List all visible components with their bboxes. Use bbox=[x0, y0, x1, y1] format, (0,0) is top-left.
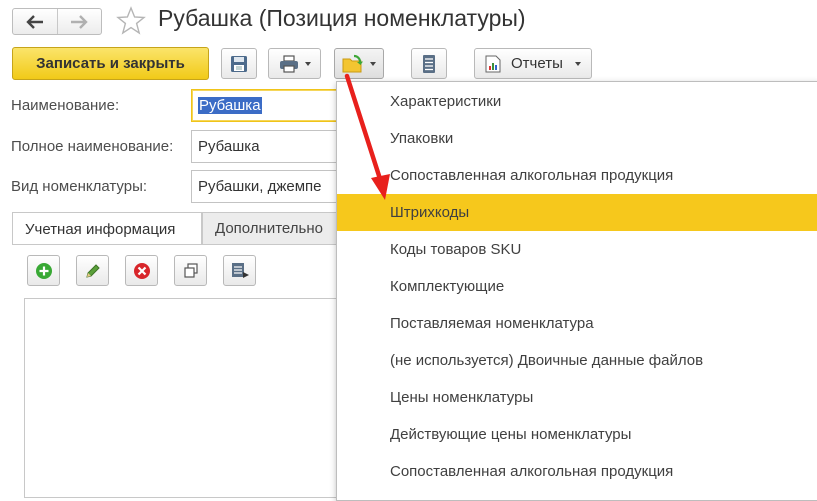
menu-item-barcodes[interactable]: Штрихкоды bbox=[337, 194, 817, 231]
full-name-label: Полное наименование: bbox=[11, 138, 174, 155]
copy-button[interactable] bbox=[174, 255, 207, 286]
reports-button[interactable]: Отчеты bbox=[474, 48, 592, 79]
menu-item-item-prices[interactable]: Цены номенклатуры bbox=[337, 379, 817, 416]
delete-button[interactable] bbox=[125, 255, 158, 286]
tab-accounting-info[interactable]: Учетная информация bbox=[12, 212, 202, 245]
menu-item-alcohol-products[interactable]: Сопоставленная алкогольная продукция bbox=[337, 157, 817, 194]
arrow-left-icon bbox=[26, 14, 43, 29]
red-arrow-annotation bbox=[344, 73, 390, 200]
floppy-disk-icon bbox=[231, 55, 247, 72]
edit-button[interactable] bbox=[76, 255, 109, 286]
star-icon bbox=[116, 6, 146, 35]
menu-item-supplied-items[interactable]: Поставляемая номенклатура bbox=[337, 305, 817, 342]
list-view-button[interactable] bbox=[411, 48, 447, 79]
forward-button[interactable] bbox=[56, 9, 102, 34]
menu-item-packages[interactable]: Упаковки bbox=[337, 120, 817, 157]
report-chart-icon bbox=[485, 55, 501, 72]
arrow-right-icon bbox=[71, 14, 88, 29]
printer-icon bbox=[279, 54, 298, 73]
kind-field[interactable]: Рубашки, джемпе bbox=[191, 170, 351, 203]
name-label: Наименование: bbox=[11, 97, 120, 114]
chevron-down-icon bbox=[304, 61, 311, 66]
add-button[interactable] bbox=[27, 255, 60, 286]
save-button[interactable] bbox=[221, 48, 257, 79]
page-title: Рубашка (Позиция номенклатуры) bbox=[158, 5, 526, 31]
kind-label: Вид номенклатуры: bbox=[11, 178, 148, 195]
kind-field-value: Рубашки, джемпе bbox=[198, 178, 322, 195]
list-fill-icon bbox=[231, 262, 249, 278]
chevron-down-icon bbox=[370, 61, 376, 66]
fill-list-button[interactable] bbox=[223, 255, 256, 286]
name-field-value: Рубашка bbox=[198, 97, 262, 114]
menu-item-current-prices[interactable]: Действующие цены номенклатуры bbox=[337, 416, 817, 453]
document-list-icon bbox=[423, 54, 435, 73]
print-button[interactable] bbox=[268, 48, 321, 79]
save-and-close-button[interactable]: Записать и закрыть bbox=[12, 47, 209, 80]
create-based-on-menu: Характеристики Упаковки Сопоставленная а… bbox=[336, 81, 817, 501]
favorite-star-button[interactable] bbox=[116, 6, 146, 36]
navigation-buttons bbox=[12, 8, 102, 35]
reports-label: Отчеты bbox=[511, 55, 563, 72]
plus-circle-icon bbox=[35, 262, 52, 279]
menu-item-binary-file-data[interactable]: (не используется) Двоичные данные файлов bbox=[337, 342, 817, 379]
tab-divider bbox=[12, 244, 342, 245]
items-table[interactable] bbox=[24, 298, 344, 498]
pencil-icon bbox=[85, 263, 100, 278]
menu-item-sku-codes[interactable]: Коды товаров SKU bbox=[337, 231, 817, 268]
menu-item-characteristics[interactable]: Характеристики bbox=[337, 83, 817, 120]
delete-x-circle-icon bbox=[133, 262, 150, 279]
chevron-down-icon bbox=[574, 61, 581, 66]
full-name-field-value: Рубашка bbox=[198, 138, 260, 155]
name-field[interactable]: Рубашка bbox=[191, 89, 351, 122]
menu-item-components[interactable]: Комплектующие bbox=[337, 268, 817, 305]
full-name-field[interactable]: Рубашка bbox=[191, 130, 351, 163]
copy-icon bbox=[183, 262, 198, 278]
menu-item-alcohol-products-2[interactable]: Сопоставленная алкогольная продукция bbox=[337, 453, 817, 490]
back-button[interactable] bbox=[13, 9, 57, 34]
tab-additional[interactable]: Дополнительно bbox=[202, 212, 342, 245]
